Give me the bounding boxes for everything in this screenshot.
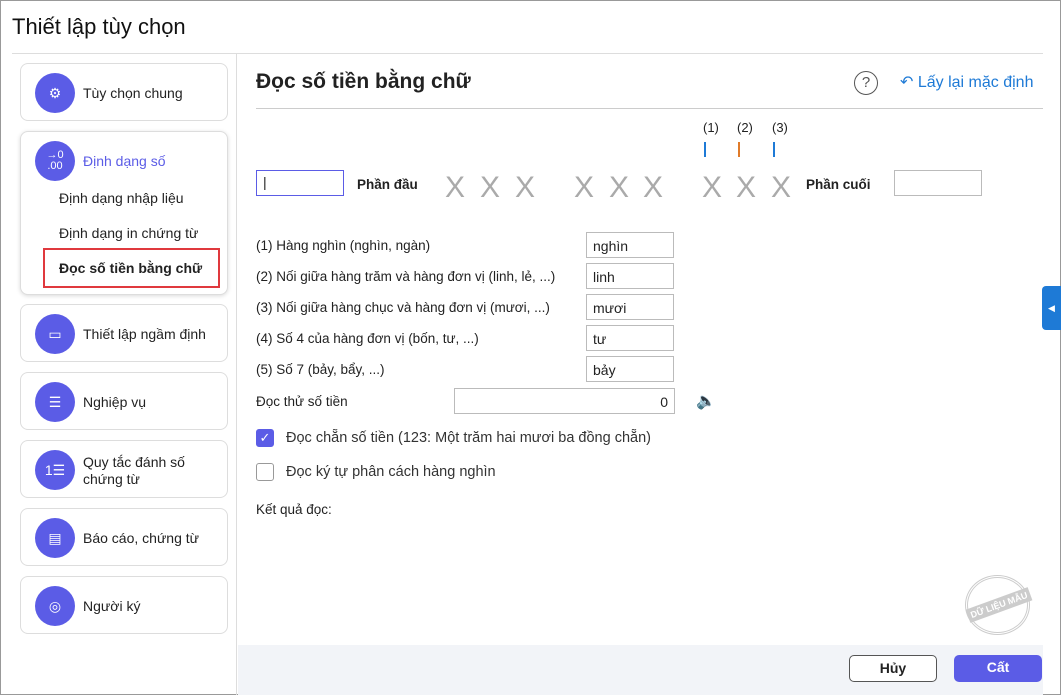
marker-1-tick [704,142,706,157]
hundred-unit-joiner-input[interactable]: linh [586,263,674,289]
cancel-button[interactable]: Hủy [849,655,937,682]
thousand-word-input[interactable]: nghìn [586,232,674,258]
sidebar-item-label: Tùy chọn chung [83,85,183,101]
main-panel: Đọc số tiền bằng chữ ? ↶ Lấy lại mặc địn… [238,54,1043,695]
read-even-checkbox[interactable]: ✓ [256,429,274,447]
prefix-label: Phần đầu [357,177,418,192]
suffix-input[interactable] [894,170,982,196]
option-label: (1) Hàng nghìn (nghìn, ngàn) [256,238,431,253]
test-amount-label: Đọc thử số tiền [256,394,348,409]
divider [256,108,1043,109]
sidebar-item-label: Thiết lập ngầm định [83,326,206,342]
speaker-icon[interactable]: 🔈 [696,391,716,411]
marker-2-tick [738,142,740,157]
digit-placeholder: X [771,171,792,204]
sidebar-item-signer[interactable]: ◎ Người ký [20,576,228,634]
sidebar-item-label: Người ký [83,598,141,614]
marker-3: (3) [772,120,788,135]
gear-icon: ⚙ [35,73,75,113]
result-label: Kết quả đọc: [256,502,332,517]
sidebar-item-label: Báo cáo, chứng từ [83,530,200,546]
numbered-list-icon: 1☰ [35,450,75,490]
marker-2: (2) [737,120,753,135]
digit-placeholder: X [480,171,501,204]
option-label: (2) Nối giữa hàng trăm và hàng đơn vị (l… [256,269,556,284]
digit-placeholder: X [643,171,664,204]
digit-placeholder: X [445,171,466,204]
sidebar-item-numbering[interactable]: 1☰ Quy tắc đánh số chứng từ [20,440,228,498]
suffix-label: Phần cuối [806,177,871,192]
marker-3-tick [773,142,775,157]
sidebar-group-number-format: →0.00 Định dạng số Định dạng nhập liệu Đ… [20,131,228,295]
read-separator-checkbox[interactable] [256,463,274,481]
test-amount-input[interactable]: 0 [454,388,675,414]
sidebar-item-label: Nghiệp vụ [83,394,147,410]
help-icon[interactable]: ? [854,71,878,95]
sidebar-sub-input-format[interactable]: Định dạng nhập liệu [59,190,184,206]
option-label: (3) Nối giữa hàng chục và hàng đơn vị (m… [256,300,550,315]
prefix-input[interactable]: | [256,170,344,196]
option-label: (5) Số 7 (bảy, bẩy, ...) [256,362,385,377]
digit-placeholder: X [702,171,723,204]
page-title: Đọc số tiền bằng chữ [256,70,471,93]
digit-placeholder: X [515,171,536,204]
digit-placeholder: X [609,171,630,204]
server-icon: ☰ [35,382,75,422]
stamp-text: DỮ LIỆU MẪU [965,587,1033,623]
collapse-panel-tab[interactable]: ◀ [1042,286,1061,330]
sidebar-item-number-format[interactable]: Định dạng số [83,153,166,170]
sample-data-stamp: DỮ LIỆU MẪU [965,575,1033,635]
sidebar-item-reports[interactable]: ▤ Báo cáo, chứng từ [20,508,228,566]
read-separator-label: Đọc ký tự phân cách hàng nghìn [286,464,496,480]
save-button[interactable]: Cất [954,655,1042,682]
seven-word-input[interactable]: bảy [586,356,674,382]
sidebar: ⚙ Tùy chọn chung →0.00 Định dạng số Định… [0,54,237,695]
footer: Hủy Cất [238,645,1043,695]
document-icon: ▤ [35,518,75,558]
sidebar-sub-print-format[interactable]: Định dạng in chứng từ [59,225,198,241]
four-word-input[interactable]: tư [586,325,674,351]
option-label: (4) Số 4 của hàng đơn vị (bốn, tư, ...) [256,331,479,346]
ten-unit-joiner-input[interactable]: mươi [586,294,674,320]
drive-icon: ▭ [35,314,75,354]
sidebar-item-label: Quy tắc đánh số chứng từ [83,454,185,487]
reset-default-link[interactable]: ↶ Lấy lại mặc định [900,72,1033,92]
sidebar-item-business[interactable]: ☰ Nghiệp vụ [20,372,228,430]
digit-placeholder: X [736,171,757,204]
read-even-label: Đọc chẵn số tiền (123: Một trăm hai mươi… [286,430,651,446]
user-icon: ◎ [35,586,75,626]
dialog-title: Thiết lập tùy chọn [12,14,186,39]
digit-placeholder: X [574,171,595,204]
number-format-icon: →0.00 [35,141,75,181]
marker-1: (1) [703,120,719,135]
sidebar-sub-read-amount[interactable]: Đọc số tiền bằng chữ [59,260,202,276]
sidebar-item-defaults[interactable]: ▭ Thiết lập ngầm định [20,304,228,362]
sidebar-item-general[interactable]: ⚙ Tùy chọn chung [20,63,228,121]
